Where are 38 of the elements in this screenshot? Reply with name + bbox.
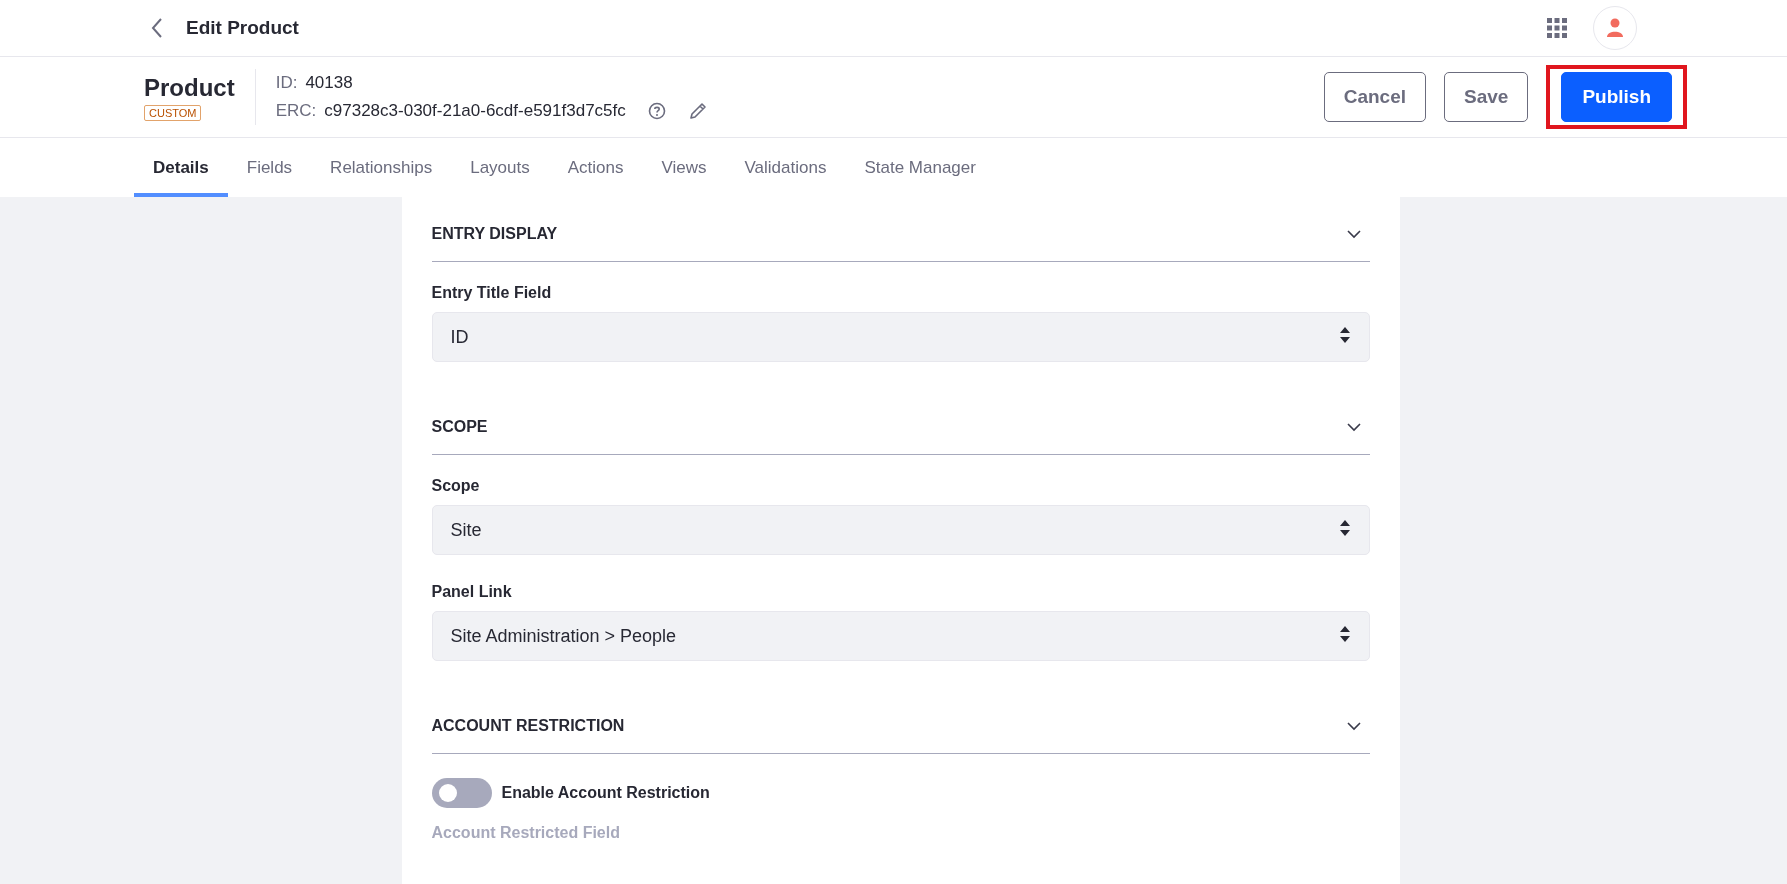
tab[interactable]: Views	[642, 138, 726, 197]
field-label: Scope	[431, 477, 481, 495]
tab[interactable]: Relationships	[311, 138, 452, 197]
pencil-icon[interactable]	[687, 101, 708, 121]
field-label: Entry Title Field	[431, 284, 553, 302]
sort-arrows-icon	[1338, 325, 1351, 344]
sort-arrows-icon	[1338, 518, 1351, 537]
select-field[interactable]: Site	[431, 505, 1370, 555]
section-header[interactable]: ENTRY DISPLAY	[431, 219, 1370, 262]
id-label: ID:	[275, 73, 298, 93]
object-name: Product	[144, 73, 235, 102]
section-header[interactable]: ACCOUNT RESTRICTION	[431, 711, 1370, 754]
help-icon[interactable]	[647, 102, 666, 120]
tab[interactable]: Details	[134, 138, 228, 197]
tab[interactable]: Fields	[227, 138, 312, 197]
apps-grid-icon[interactable]	[1547, 18, 1567, 38]
select-field[interactable]: ID	[431, 312, 1370, 362]
erc-value: c97328c3-030f-21a0-6cdf-e591f3d7c5fc	[324, 101, 626, 121]
section-header[interactable]: SCOPE	[431, 412, 1370, 455]
back-icon[interactable]	[150, 17, 164, 39]
erc-label: ERC:	[275, 101, 317, 121]
tab[interactable]: State Manager	[845, 138, 995, 197]
tab[interactable]: Layouts	[451, 138, 549, 197]
publish-button[interactable]: Publish	[1561, 72, 1672, 122]
select-field[interactable]: Site Administration > People	[431, 611, 1370, 661]
tab[interactable]: Actions	[548, 138, 643, 197]
toggle-label: Enable Account Restriction	[501, 784, 710, 802]
user-icon	[1606, 18, 1624, 38]
field-label: Panel Link	[431, 583, 513, 601]
sort-arrows-icon	[1338, 624, 1351, 643]
cancel-button[interactable]: Cancel	[1323, 72, 1426, 122]
page-title: Edit Product	[186, 17, 299, 39]
tab[interactable]: Validations	[725, 138, 846, 197]
toggle-switch[interactable]	[431, 778, 492, 808]
save-button[interactable]: Save	[1444, 72, 1529, 122]
custom-badge: CUSTOM	[144, 104, 202, 121]
field-label: Account Restricted Field	[431, 824, 621, 842]
id-value: 40138	[305, 73, 353, 93]
